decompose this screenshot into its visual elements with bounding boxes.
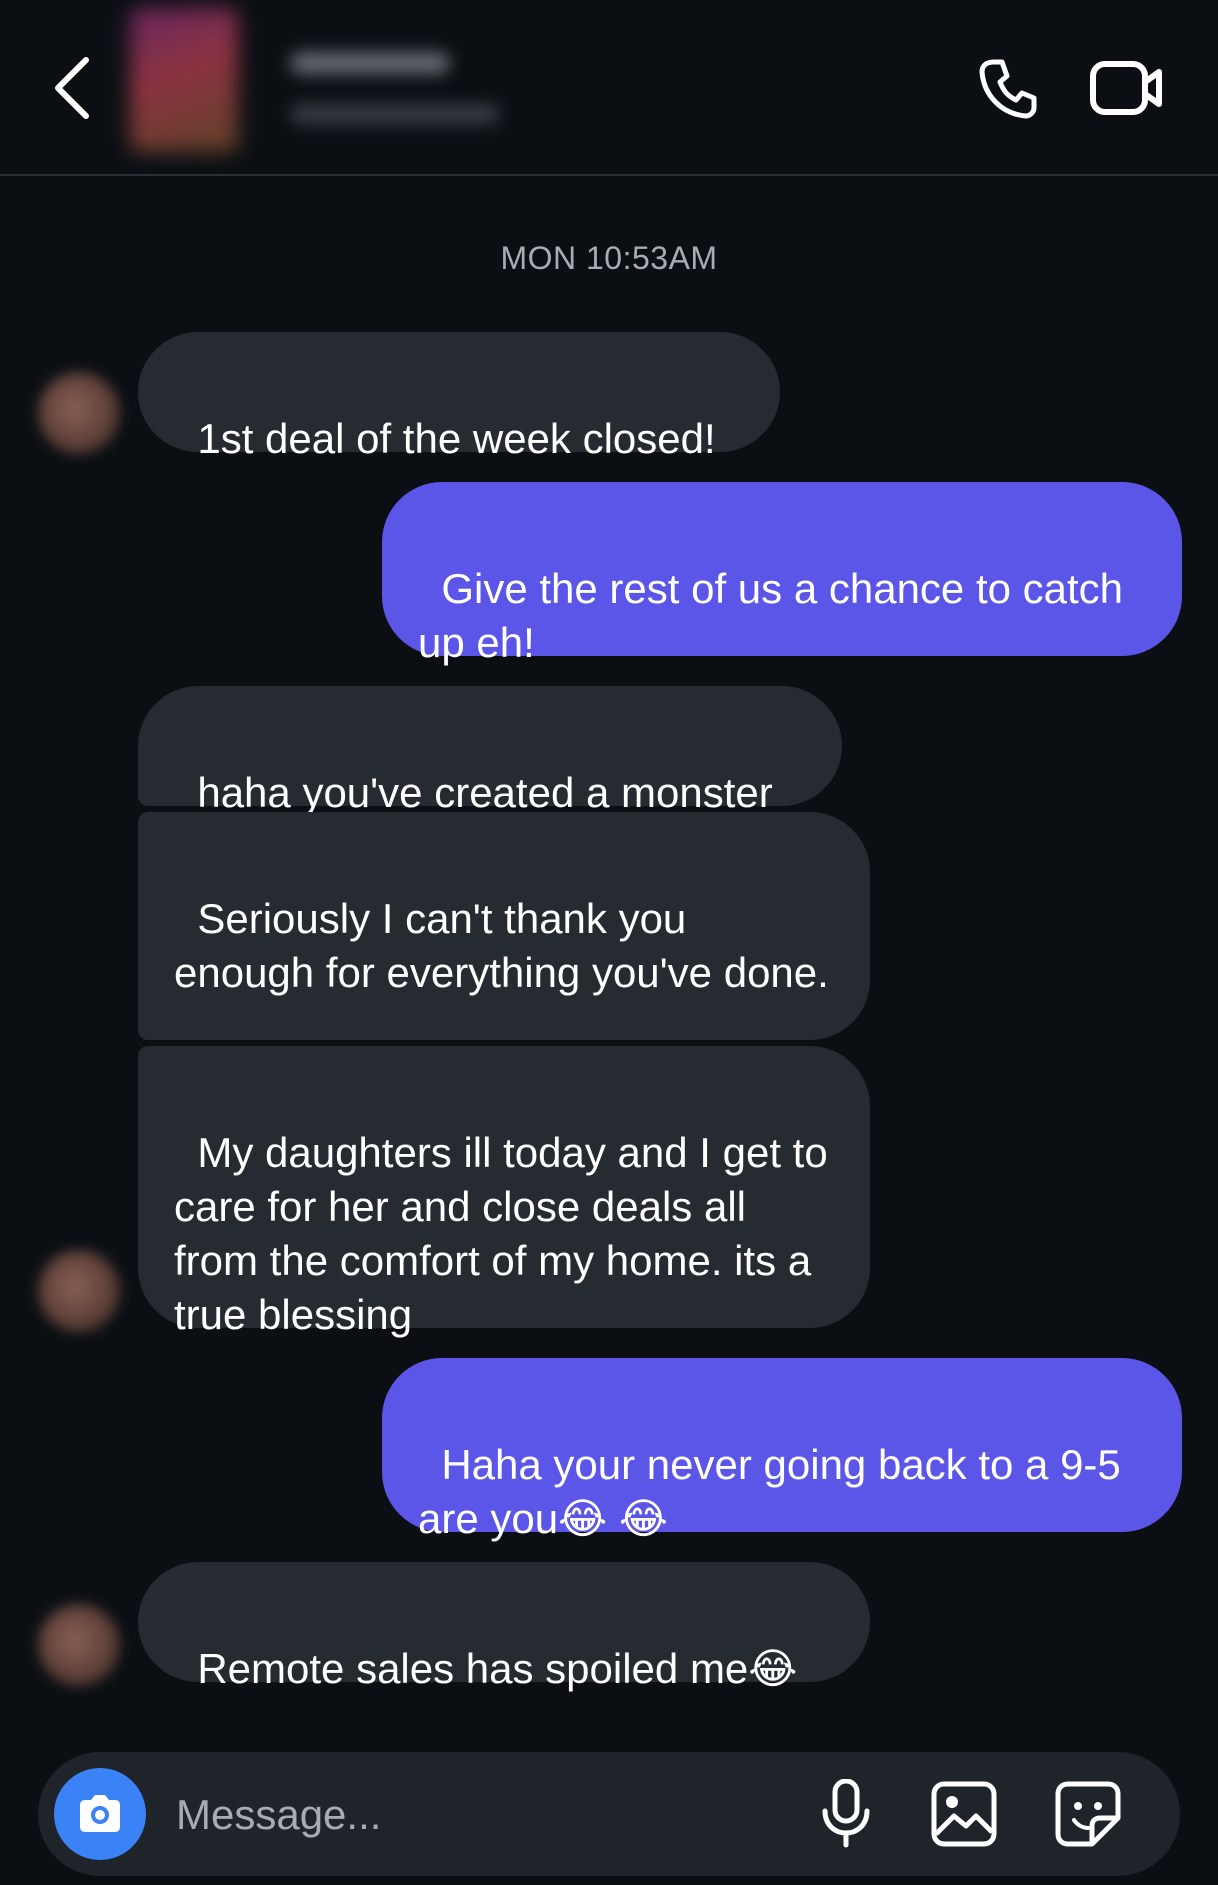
message-bubble-incoming[interactable]: haha you've created a monster [138,686,842,816]
voice-call-button[interactable] [972,52,1044,124]
message-text: Remote sales has spoiled me😂 [197,1645,798,1692]
phone-icon [979,59,1037,119]
message-text: Haha your never going back to a 9-5 are … [418,1441,1133,1542]
chat-header [0,0,1218,176]
sticker-icon [1055,1781,1121,1847]
back-button[interactable] [44,52,100,124]
message-text: 1st deal of the week closed! [197,415,716,462]
message-text: Seriously I can't thank you enough for e… [174,895,829,996]
gallery-icon [931,1781,997,1847]
contact-name-redacted[interactable] [290,52,450,74]
message-timestamp: MON 10:53AM [500,240,718,276]
contact-status-redacted [290,104,500,124]
video-call-button[interactable] [1086,52,1168,124]
voice-message-button[interactable] [808,1776,884,1852]
contact-avatar[interactable] [38,372,120,454]
camera-button[interactable] [54,1768,146,1860]
message-bubble-incoming[interactable]: Seriously I can't thank you enough for e… [138,812,870,1040]
gallery-button[interactable] [926,1776,1002,1852]
contact-avatar[interactable] [38,1604,120,1686]
sticker-button[interactable] [1050,1776,1126,1852]
message-bubble-outgoing[interactable]: Haha your never going back to a 9-5 are … [382,1358,1182,1542]
microphone-icon [822,1779,870,1848]
contact-header-avatar[interactable] [130,8,238,152]
contact-avatar[interactable] [38,1250,120,1332]
message-bubble-incoming[interactable]: My daughters ill today and I get to care… [138,1046,870,1338]
message-text: haha you've created a monster [197,769,773,816]
message-text: My daughters ill today and I get to care… [174,1129,840,1338]
chevron-left-icon [55,57,89,119]
message-composer [38,1752,1180,1876]
camera-icon [80,1795,120,1832]
message-input[interactable] [174,1782,818,1848]
message-bubble-incoming[interactable]: Remote sales has spoiled me😂 [138,1562,870,1692]
message-text: Give the rest of us a chance to catch up… [418,565,1135,666]
message-bubble-incoming[interactable]: 1st deal of the week closed! [138,332,780,462]
message-bubble-outgoing[interactable]: Give the rest of us a chance to catch up… [382,482,1182,666]
video-camera-icon [1090,61,1162,115]
